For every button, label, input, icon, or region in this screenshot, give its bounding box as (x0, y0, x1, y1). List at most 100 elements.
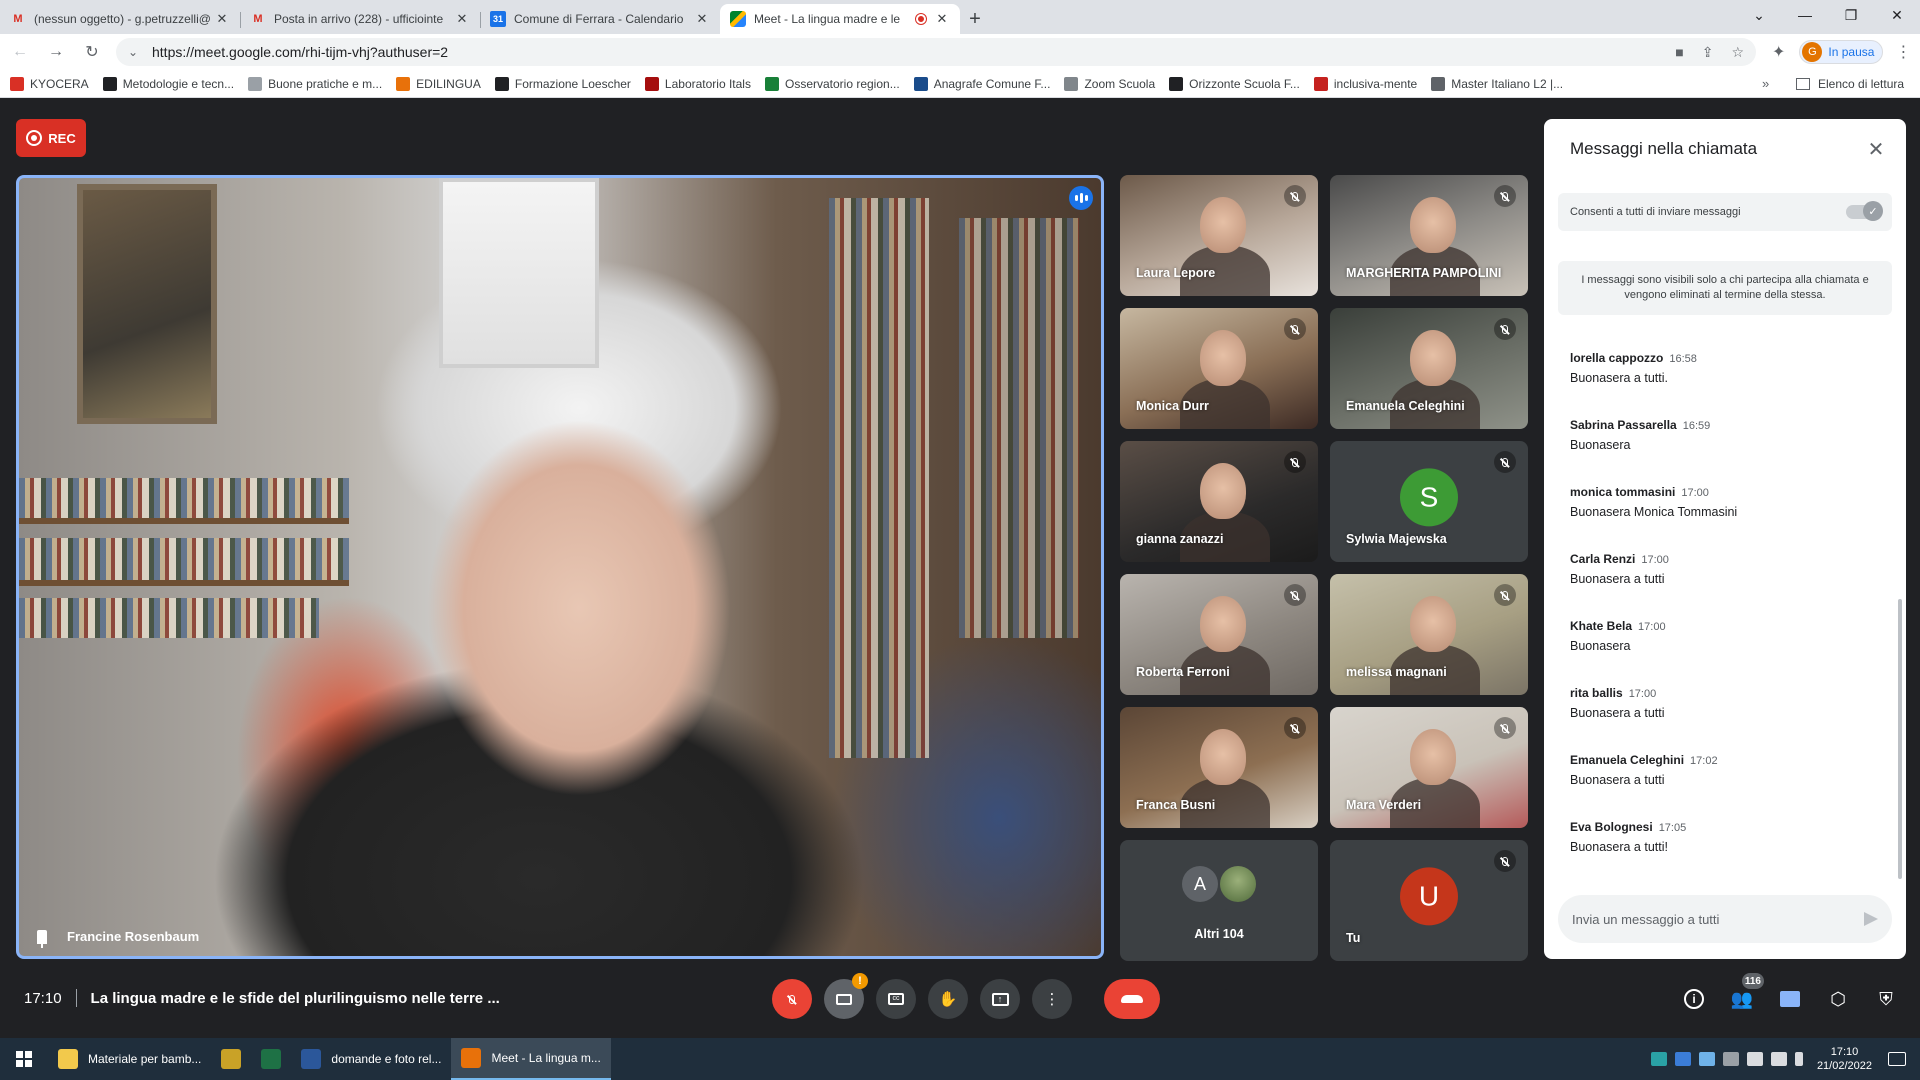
bookmark-favicon-icon (1064, 76, 1079, 91)
participant-tile[interactable]: S Sylwia Majewska (1330, 441, 1528, 562)
tab-close-icon[interactable]: ✕ (454, 11, 470, 27)
participant-tile[interactable]: A Altri 104 (1120, 840, 1318, 961)
back-icon[interactable]: ← (4, 38, 36, 66)
bookmark-item[interactable]: Laboratorio Itals (644, 76, 751, 91)
participant-name: Mara Verderi (1346, 798, 1422, 812)
share-icon[interactable]: ⇪ (1702, 44, 1714, 61)
browser-tab-1[interactable]: M (nessun oggetto) - g.petruzzelli@ ✕ (0, 4, 240, 34)
tab-close-icon[interactable]: ✕ (934, 11, 950, 27)
taskbar-app[interactable]: Materiale per bamb... (48, 1038, 211, 1080)
bookmark-star-icon[interactable]: ☆ (1731, 44, 1744, 61)
participant-tile[interactable]: Roberta Ferroni (1120, 574, 1318, 695)
close-window-icon[interactable]: ✕ (1874, 7, 1920, 24)
meeting-details-button[interactable]: i (1670, 979, 1718, 1019)
raise-hand-button[interactable]: ✋ (928, 979, 968, 1019)
tray-app-icon[interactable] (1650, 1052, 1667, 1066)
tab-close-icon[interactable]: ✕ (694, 11, 710, 27)
forward-icon[interactable]: → (40, 38, 72, 66)
show-hidden-icons-icon[interactable] (1722, 1052, 1739, 1066)
restore-icon[interactable]: ❐ (1828, 7, 1874, 24)
microphone-button[interactable] (772, 979, 812, 1019)
more-options-button[interactable]: ⋮ (1032, 979, 1072, 1019)
leave-call-button[interactable] (1104, 979, 1160, 1019)
chat-title: Messaggi nella chiamata (1570, 139, 1758, 158)
new-tab-button[interactable]: + (960, 4, 990, 34)
participant-tile[interactable]: Emanuela Celeghini (1330, 308, 1528, 429)
browser-tab-2[interactable]: M Posta in arrivo (228) - ufficiointe ✕ (240, 4, 480, 34)
main-speaker-video[interactable]: Francine Rosenbaum (16, 175, 1104, 959)
browser-menu-icon[interactable]: ⋮ (1895, 42, 1911, 62)
activities-button[interactable]: ⬡ (1814, 979, 1862, 1019)
address-bar[interactable]: ⌄ https://meet.google.com/rhi-tijm-vhj?a… (116, 38, 1756, 66)
bookmark-item[interactable]: Anagrafe Comune F... (913, 76, 1050, 91)
reload-icon[interactable]: ↻ (76, 38, 108, 66)
meeting-title[interactable]: La lingua madre e le sfide del pluriling… (91, 990, 500, 1007)
message-list: lorella cappozzo 16:58 Buonasera a tutti. S… (1570, 351, 1880, 887)
speaker-name-label: Francine Rosenbaum (67, 929, 200, 944)
bookmark-item[interactable]: inclusiva-mente (1313, 76, 1417, 91)
system-clock[interactable]: 17:10 21/02/2022 (1817, 1045, 1872, 1073)
recording-badge[interactable]: REC (16, 119, 86, 157)
bookmark-item[interactable]: Orizzonte Scuola F... (1169, 76, 1300, 91)
tab-title: Comune di Ferrara - Calendario (514, 12, 684, 26)
bookmark-item[interactable]: Metodologie e tecn... (102, 76, 234, 91)
bookmark-item[interactable]: Osservatorio region... (764, 76, 900, 91)
mic-glyph (1292, 191, 1298, 201)
taskbar-app[interactable] (211, 1038, 251, 1080)
host-controls-button[interactable]: ⛨ (1862, 979, 1910, 1019)
microphone-tray-icon[interactable] (1794, 1052, 1803, 1066)
bookmark-favicon-icon (764, 76, 779, 91)
bookmark-item[interactable]: EDILINGUA (396, 76, 481, 91)
participant-tile[interactable]: MARGHERITA PAMPOLINI (1330, 175, 1528, 296)
allow-messages-toggle[interactable] (1846, 201, 1883, 221)
bookmark-item[interactable]: Master Italiano L2 |... (1431, 76, 1563, 91)
tray-app-icon[interactable] (1698, 1052, 1715, 1066)
start-button[interactable] (0, 1038, 48, 1080)
message-time: 16:59 (1682, 420, 1711, 432)
bookmark-label: Osservatorio region... (784, 76, 900, 91)
more-bookmarks-icon[interactable]: » (1762, 76, 1769, 91)
participant-tile[interactable]: melissa magnani (1330, 574, 1528, 695)
participant-tile[interactable]: Laura Lepore (1120, 175, 1318, 296)
participant-tile[interactable]: U Tu (1330, 840, 1528, 961)
browser-tab-3[interactable]: 31 Comune di Ferrara - Calendario ✕ (480, 4, 720, 34)
camera-button[interactable]: ! (824, 973, 868, 1019)
chat-button[interactable] (1766, 979, 1814, 1019)
bookmark-item[interactable]: Buone pratiche e m... (248, 76, 382, 91)
bookmark-favicon-icon (248, 76, 263, 91)
profile-avatar: G (1802, 42, 1823, 62)
chat-message-input[interactable] (1572, 911, 1864, 927)
profile-button[interactable]: G In pausa (1799, 40, 1884, 64)
camera-in-use-icon[interactable]: ■ (1675, 44, 1683, 60)
site-info-icon[interactable]: ⌄ (128, 45, 142, 59)
bookmark-item[interactable]: Formazione Loescher (494, 76, 631, 91)
participant-tile[interactable]: Mara Verderi (1330, 707, 1528, 828)
pin-icon[interactable] (37, 929, 47, 948)
network-icon[interactable] (1746, 1052, 1763, 1066)
bookmark-item[interactable]: Zoom Scuola (1064, 76, 1155, 91)
extensions-icon[interactable]: ✦ (1772, 42, 1785, 62)
participants-button[interactable]: 👥 116 (1718, 973, 1766, 1019)
volume-icon[interactable] (1770, 1052, 1787, 1066)
send-icon[interactable] (1864, 912, 1878, 926)
bookmarks-bar: KYOCERA Metodologie e tecn... Buone pratic… (0, 70, 1920, 98)
tab-search-icon[interactable]: ⌄ (1736, 7, 1782, 24)
browser-tab-4[interactable]: Meet - La lingua madre e le ✕ (720, 4, 960, 34)
taskbar-app[interactable] (251, 1038, 291, 1080)
minimize-icon[interactable]: — (1782, 7, 1828, 23)
participant-tile[interactable]: Monica Durr (1120, 308, 1318, 429)
participant-tile[interactable]: gianna zanazzi (1120, 441, 1318, 562)
bookmark-item[interactable]: KYOCERA (10, 76, 89, 91)
tray-app-icon[interactable] (1674, 1052, 1691, 1066)
reading-list-button[interactable]: Elenco di lettura (1796, 77, 1904, 91)
notifications-icon[interactable] (1888, 1052, 1906, 1066)
chat-scrollbar[interactable] (1898, 599, 1902, 879)
captions-button[interactable]: cc (876, 979, 916, 1019)
taskbar-app[interactable]: domande e foto rel... (291, 1038, 451, 1080)
bookmark-favicon-icon (913, 76, 928, 91)
close-chat-icon[interactable]: ✕ (1864, 137, 1888, 162)
tab-close-icon[interactable]: ✕ (214, 11, 230, 27)
present-button[interactable]: ↑ (980, 979, 1020, 1019)
participant-tile[interactable]: Franca Busni (1120, 707, 1318, 828)
taskbar-app[interactable]: Meet - La lingua m... (451, 1038, 611, 1080)
